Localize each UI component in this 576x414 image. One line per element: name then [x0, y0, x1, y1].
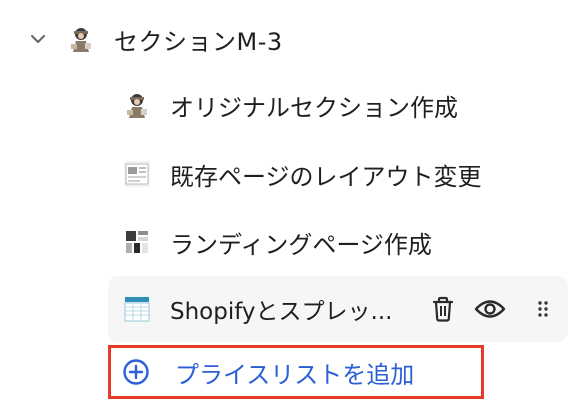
list-item-label: ランディングページ作成	[170, 230, 432, 259]
drag-handle-icon[interactable]	[528, 294, 558, 324]
list-item-label: Shopifyとスプレッ...	[170, 299, 393, 325]
chevron-down-icon[interactable]	[26, 27, 50, 51]
list-item-label: オリジナルセクション作成	[170, 93, 458, 122]
spreadsheet-thumbnail-icon	[124, 296, 150, 322]
layout-thumbnail-icon	[124, 161, 150, 187]
add-price-list-button[interactable]: プライスリストを追加	[108, 345, 484, 399]
eye-icon[interactable]	[472, 294, 508, 324]
character-thumbnail-icon	[124, 92, 150, 118]
section-title: セクションM-3	[114, 27, 283, 56]
list-item[interactable]: 既存ページのレイアウト変更	[124, 151, 482, 197]
landing-thumbnail-icon	[124, 229, 150, 255]
list-item-selected[interactable]: Shopifyとスプレッ...	[108, 276, 568, 342]
section-thumbnail-icon	[68, 26, 94, 52]
list-item[interactable]: ランディングページ作成	[124, 219, 432, 265]
plus-circle-icon	[121, 357, 151, 387]
add-button-label: プライスリストを追加	[175, 360, 415, 389]
trash-icon[interactable]	[428, 294, 458, 324]
section-header[interactable]: セクションM-3	[26, 16, 283, 62]
list-item-label: 既存ページのレイアウト変更	[170, 162, 482, 191]
list-item[interactable]: オリジナルセクション作成	[124, 82, 458, 128]
